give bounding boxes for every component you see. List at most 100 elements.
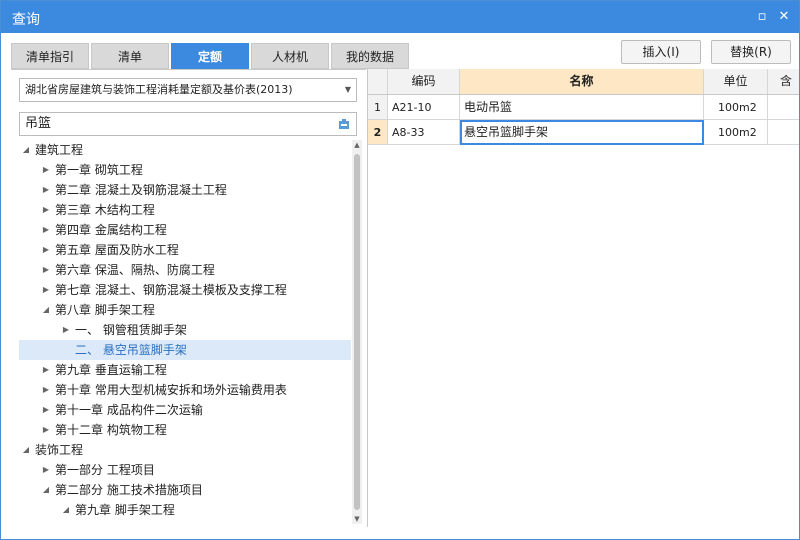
tree-item[interactable]: ▶ 第一部分 工程项目 <box>19 460 351 480</box>
search-input-value: 吊篮 <box>25 116 52 131</box>
collapsed-arrow-icon[interactable]: ▶ <box>41 200 51 220</box>
collapsed-arrow-icon[interactable]: ▶ <box>41 220 51 240</box>
tree-item-label: 第二章 混凝土及钢筋混凝土工程 <box>55 183 227 197</box>
collapsed-arrow-icon[interactable]: ▶ <box>41 160 51 180</box>
header-code[interactable]: 编码 <box>388 69 460 94</box>
expanded-arrow-icon[interactable]: ◢ <box>21 440 31 460</box>
tree-item-label: 第四章 金属结构工程 <box>55 223 167 237</box>
tree-item[interactable]: ▶ 第十二章 构筑物工程 <box>19 420 351 440</box>
header-content[interactable]: 含 <box>768 69 799 94</box>
scroll-down-icon[interactable]: ▼ <box>352 514 362 524</box>
library-select-value: 湖北省房屋建筑与装饰工程消耗量定额及基价表(2013) <box>25 83 293 96</box>
tree-item[interactable]: ▶ 第六章 保温、隔热、防腐工程 <box>19 260 351 280</box>
tab-bill-guide[interactable]: 清单指引 <box>11 43 89 69</box>
chevron-down-icon[interactable]: ▼ <box>345 79 351 101</box>
content-cell[interactable] <box>768 95 799 120</box>
dialog-body: 清单指引 清单 定额 人材机 我的数据 插入(I) 替换(R) 湖北省房屋建筑与… <box>1 33 799 539</box>
close-icon[interactable]: ✕ <box>775 8 793 26</box>
header-row-number <box>368 69 388 94</box>
grid-header: 编码 名称 单位 含 <box>368 69 799 95</box>
tree-item[interactable]: ▶ 第十章 常用大型机械安拆和场外运输费用表 <box>19 380 351 400</box>
row-number: 1 <box>368 95 388 120</box>
library-select[interactable]: 湖北省房屋建筑与装饰工程消耗量定额及基价表(2013) ▼ <box>19 78 357 102</box>
tree-item[interactable]: ◢ 第八章 脚手架工程 <box>19 300 351 320</box>
tree-item-label: 一、 钢管租赁脚手架 <box>75 323 187 337</box>
collapsed-arrow-icon[interactable]: ▶ <box>41 380 51 400</box>
tree-item-label: 第八章 脚手架工程 <box>55 303 155 317</box>
collapsed-arrow-icon[interactable]: ▶ <box>41 420 51 440</box>
collapsed-arrow-icon[interactable]: ▶ <box>41 260 51 280</box>
expanded-arrow-icon[interactable]: ◢ <box>41 480 51 500</box>
tree-item-label: 第三章 木结构工程 <box>55 203 155 217</box>
expanded-arrow-icon[interactable]: ◢ <box>61 500 71 520</box>
code-cell[interactable]: A8-33 <box>388 120 460 145</box>
collapsed-arrow-icon[interactable]: ▶ <box>61 320 71 340</box>
unit-cell[interactable]: 100m2 <box>704 95 768 120</box>
tab-my-data[interactable]: 我的数据 <box>331 43 409 69</box>
collapsed-arrow-icon[interactable]: ▶ <box>41 400 51 420</box>
tree-item[interactable]: 二、 悬空吊篮脚手架 <box>19 340 351 360</box>
collapsed-arrow-icon[interactable]: ▶ <box>41 180 51 200</box>
expanded-arrow-icon[interactable]: ◢ <box>41 300 51 320</box>
tree-item-label: 装饰工程 <box>35 443 84 457</box>
scrollbar-thumb[interactable] <box>354 154 360 510</box>
tree-item-label: 第九章 脚手架工程 <box>75 503 175 517</box>
tree-item[interactable]: ◢ 建筑工程 <box>19 140 351 160</box>
tree-item[interactable]: ◢ 第二部分 施工技术措施项目 <box>19 480 351 500</box>
tree-item[interactable]: ▶ 第七章 混凝土、钢筋混凝土模板及支撑工程 <box>19 280 351 300</box>
tab-bill[interactable]: 清单 <box>91 43 169 69</box>
tab-labor-material-machine[interactable]: 人材机 <box>251 43 329 69</box>
tree-item-label: 第五章 屋面及防水工程 <box>55 243 179 257</box>
tree-item-label: 第九章 垂直运输工程 <box>55 363 167 377</box>
title-bar[interactable]: 查询 ▫ ✕ <box>1 1 799 33</box>
maximize-icon[interactable]: ▫ <box>753 8 771 26</box>
name-cell[interactable]: 悬空吊篮脚手架 <box>460 120 704 145</box>
window-title: 查询 <box>12 12 40 28</box>
code-cell[interactable]: A21-10 <box>388 95 460 120</box>
row-number: 2 <box>368 120 388 145</box>
tree-item-label: 第十一章 成品构件二次运输 <box>55 403 203 417</box>
tree-item[interactable]: ▶ 第二章 混凝土及钢筋混凝土工程 <box>19 180 351 200</box>
table-row[interactable]: 2 A8-33 悬空吊篮脚手架 100m2 <box>368 120 799 145</box>
tree-item-label: 二、 悬空吊篮脚手架 <box>75 343 187 357</box>
search-icon[interactable] <box>338 118 350 130</box>
tree-item[interactable]: ▶ 一、 钢管租赁脚手架 <box>19 320 351 340</box>
result-grid: 编码 名称 单位 含 1 A21-10 电动吊篮 100m2 2 A8-33 悬… <box>367 69 799 527</box>
tree-vertical-scrollbar[interactable]: ▲ ▼ <box>352 140 362 524</box>
scroll-up-icon[interactable]: ▲ <box>352 140 362 150</box>
content-cell[interactable] <box>768 120 799 145</box>
tree-item[interactable]: ▶ 第五章 屋面及防水工程 <box>19 240 351 260</box>
tree-item-label: 第六章 保温、隔热、防腐工程 <box>55 263 215 277</box>
collapsed-arrow-icon[interactable]: ▶ <box>41 280 51 300</box>
tree-item[interactable]: ◢ 第九章 脚手架工程 <box>19 500 351 520</box>
left-pane: 湖北省房屋建筑与装饰工程消耗量定额及基价表(2013) ▼ 吊篮 ◢ 建筑工程 ▶ 第… <box>11 69 366 528</box>
replace-button[interactable]: 替换(R) <box>711 40 791 64</box>
tree-item-label: 第七章 混凝土、钢筋混凝土模板及支撑工程 <box>55 283 287 297</box>
tree-item[interactable]: ▶ 第一章 砌筑工程 <box>19 160 351 180</box>
collapsed-arrow-icon[interactable]: ▶ <box>41 360 51 380</box>
tree-item[interactable]: ▶ 第四章 金属结构工程 <box>19 220 351 240</box>
tree-item-label: 第十二章 构筑物工程 <box>55 423 167 437</box>
query-window: 查询 ▫ ✕ 清单指引 清单 定额 人材机 我的数据 插入(I) 替换(R) 湖… <box>0 0 800 540</box>
tree-item-label: 建筑工程 <box>35 143 84 157</box>
tree-item-label: 第十章 常用大型机械安拆和场外运输费用表 <box>55 383 287 397</box>
tree-item[interactable]: ▶ 第十一章 成品构件二次运输 <box>19 400 351 420</box>
header-unit[interactable]: 单位 <box>704 69 768 94</box>
header-name[interactable]: 名称 <box>460 69 704 94</box>
unit-cell[interactable]: 100m2 <box>704 120 768 145</box>
tree-item[interactable]: ◢ 装饰工程 <box>19 440 351 460</box>
tree-item-label: 第二部分 施工技术措施项目 <box>55 483 203 497</box>
search-input[interactable]: 吊篮 <box>19 112 357 136</box>
expanded-arrow-icon[interactable]: ◢ <box>21 140 31 160</box>
tree-item[interactable]: ▶ 第九章 垂直运输工程 <box>19 360 351 380</box>
tree-item-label: 第一章 砌筑工程 <box>55 163 143 177</box>
tab-quota[interactable]: 定额 <box>171 43 249 69</box>
collapsed-arrow-icon[interactable]: ▶ <box>41 460 51 480</box>
table-row[interactable]: 1 A21-10 电动吊篮 100m2 <box>368 95 799 120</box>
tree-item[interactable]: ▶ 第三章 木结构工程 <box>19 200 351 220</box>
name-cell[interactable]: 电动吊篮 <box>460 95 704 120</box>
insert-button[interactable]: 插入(I) <box>621 40 701 64</box>
category-tree: ◢ 建筑工程 ▶ 第一章 砌筑工程 ▶ 第二章 混凝土及钢筋混凝土工程 ▶ 第三章 木结构工程… <box>19 140 351 524</box>
tree-item-label: 第一部分 工程项目 <box>55 463 155 477</box>
collapsed-arrow-icon[interactable]: ▶ <box>41 240 51 260</box>
